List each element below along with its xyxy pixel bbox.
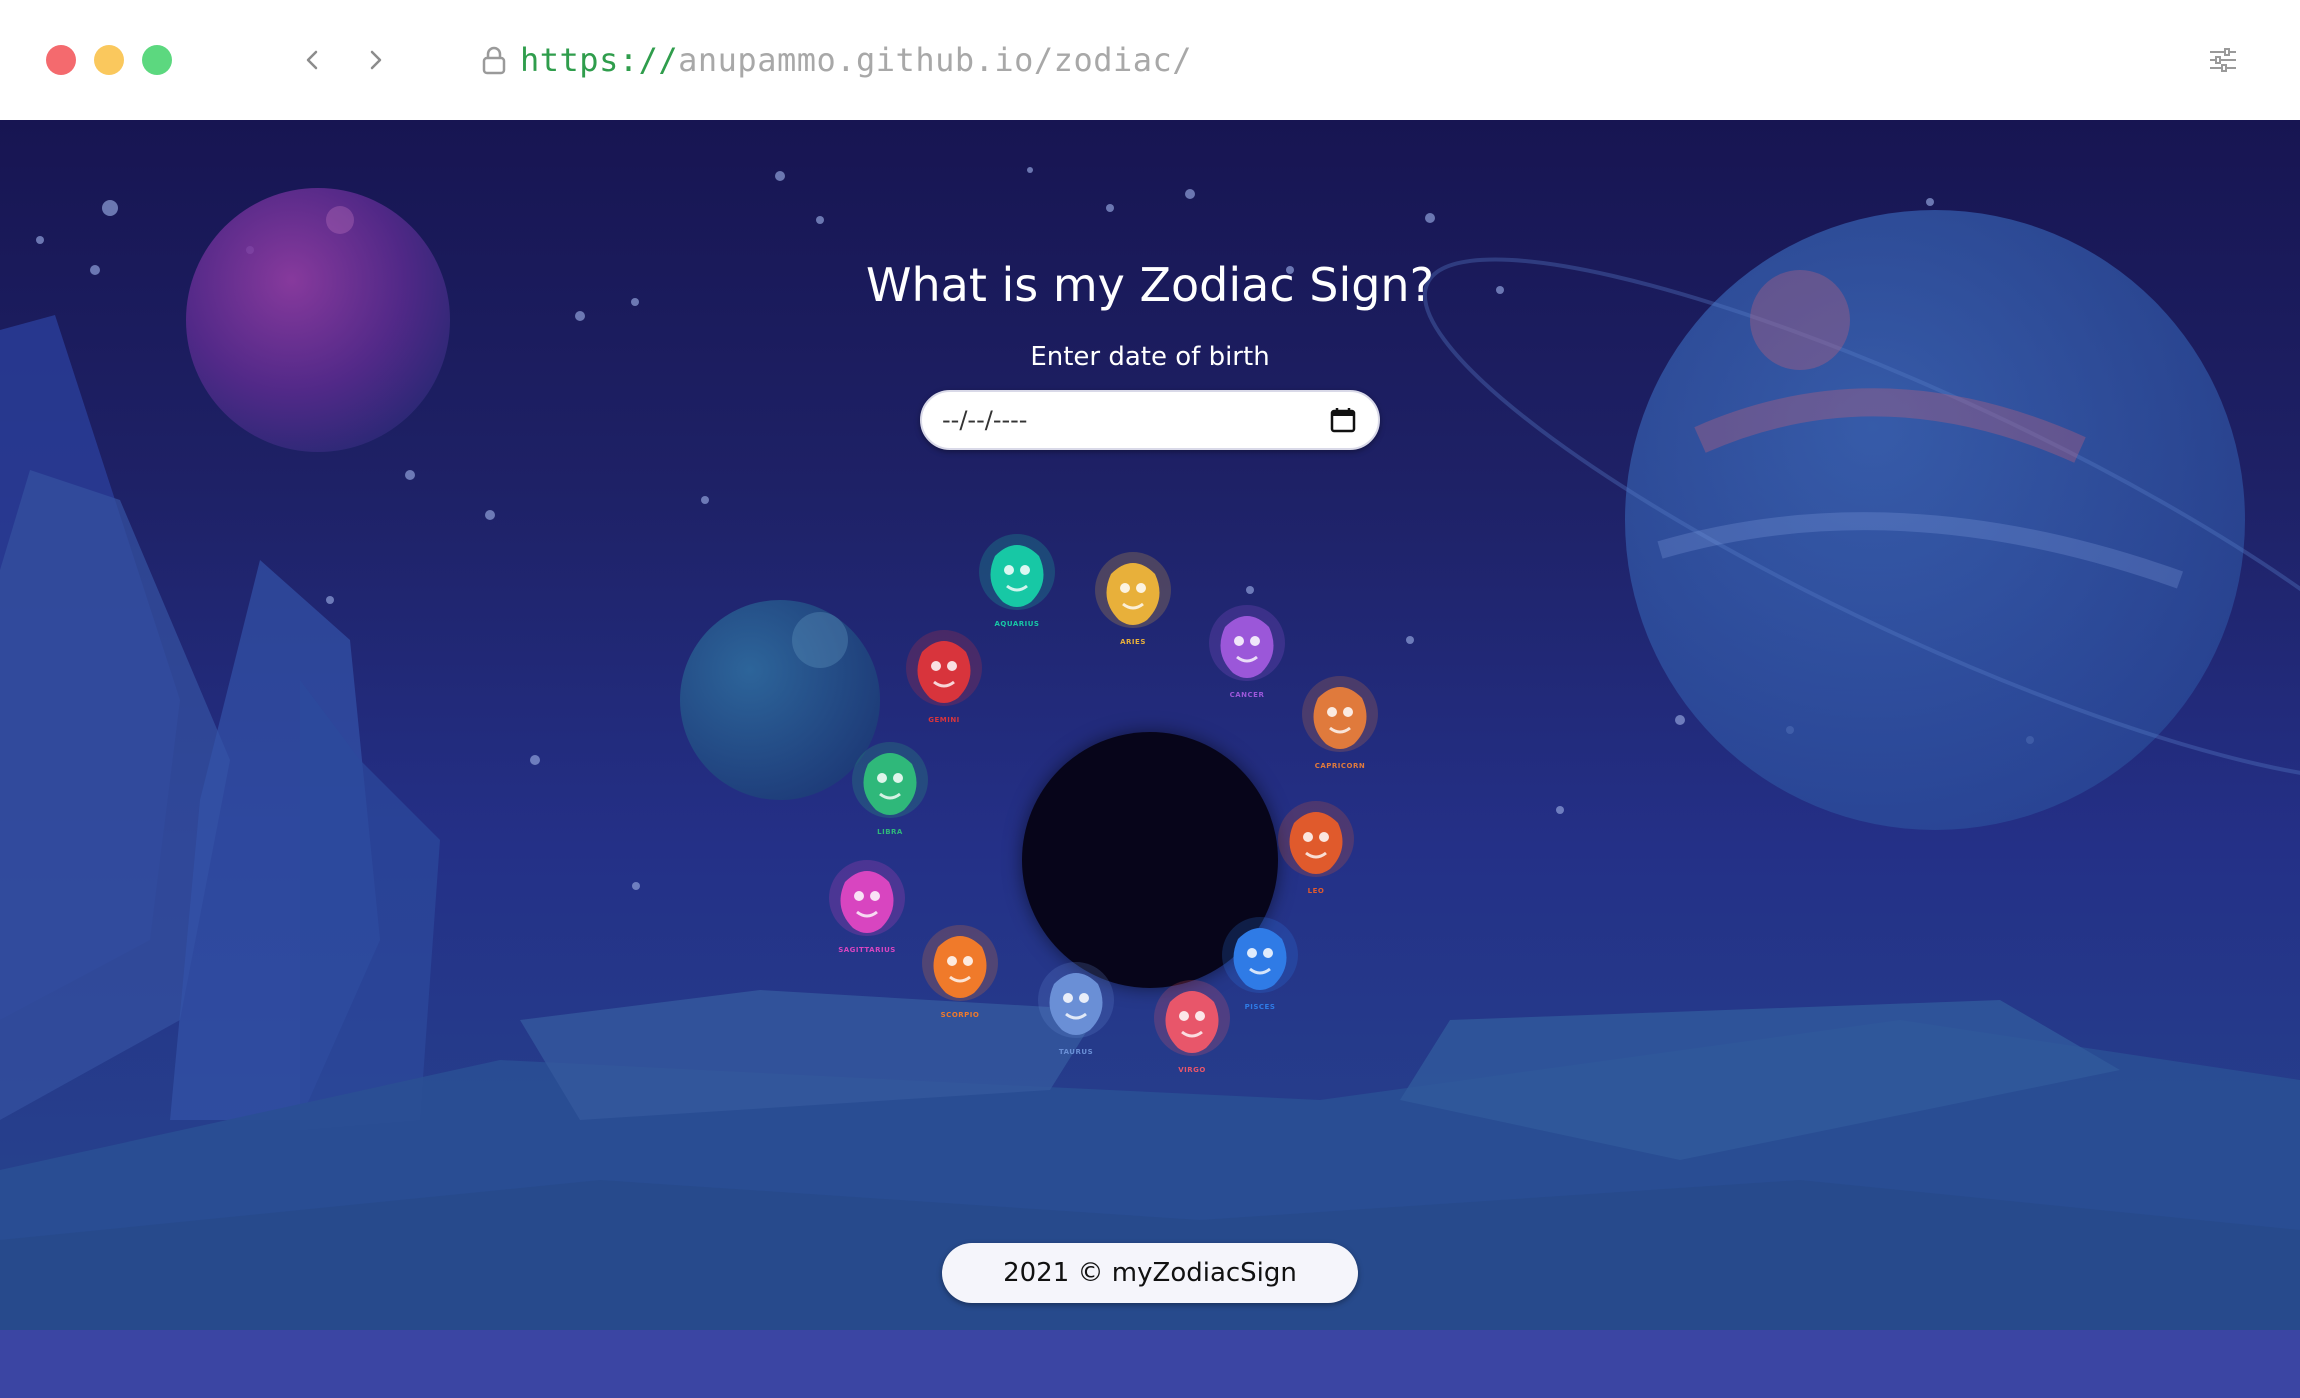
- chevron-right-icon: [370, 50, 382, 70]
- lock-icon: [482, 46, 506, 75]
- zodiac-wheel: AQUARIUS ARIES CANCER CAPRICORN LEO PISCES VIR…: [0, 120, 2300, 1330]
- chevron-left-icon: [306, 50, 318, 70]
- zodiac-sign-capricorn[interactable]: CAPRICORN: [1294, 668, 1386, 778]
- aquarius-icon: [979, 534, 1055, 610]
- virgo-icon: [1154, 980, 1230, 1056]
- zodiac-sign-scorpio[interactable]: SCORPIO: [914, 917, 1006, 1027]
- url-scheme: https://: [520, 41, 679, 79]
- zodiac-sign-label: LIBRA: [877, 828, 903, 836]
- zodiac-sign-cancer[interactable]: CANCER: [1201, 597, 1293, 707]
- zodiac-sign-virgo[interactable]: VIRGO: [1146, 972, 1238, 1082]
- page-viewport: What is my Zodiac Sign? Enter date of bi…: [0, 120, 2300, 1398]
- minimize-window-button[interactable]: [94, 45, 124, 75]
- libra-icon: [852, 742, 928, 818]
- capricorn-icon: [1302, 676, 1378, 752]
- taurus-icon: [1038, 962, 1114, 1038]
- forward-button[interactable]: [355, 40, 395, 80]
- gemini-icon: [906, 630, 982, 706]
- zodiac-sign-label: ARIES: [1120, 638, 1146, 646]
- zodiac-sign-label: SAGITTARIUS: [838, 946, 896, 954]
- zodiac-sign-label: SCORPIO: [940, 1011, 980, 1019]
- sliders-icon[interactable]: [2207, 44, 2239, 76]
- scorpio-icon: [922, 925, 998, 1001]
- sagittarius-icon: [829, 860, 905, 936]
- zodiac-sign-sagittarius[interactable]: SAGITTARIUS: [821, 852, 913, 962]
- back-button[interactable]: [293, 40, 333, 80]
- zodiac-sign-leo[interactable]: LEO: [1270, 793, 1362, 903]
- browser-toolbar: https://anupammo.github.io/zodiac/: [0, 0, 2300, 120]
- space-background: What is my Zodiac Sign? Enter date of bi…: [0, 120, 2300, 1330]
- zodiac-sign-taurus[interactable]: TAURUS: [1030, 954, 1122, 1064]
- zodiac-sign-gemini[interactable]: GEMINI: [898, 622, 990, 732]
- leo-icon: [1278, 801, 1354, 877]
- address-bar[interactable]: https://anupammo.github.io/zodiac/: [520, 38, 1192, 82]
- zodiac-sign-aquarius[interactable]: AQUARIUS: [971, 526, 1063, 636]
- url-path: anupammo.github.io/zodiac/: [678, 41, 1193, 79]
- page-bottom-band: [0, 1330, 2300, 1398]
- zodiac-sign-label: LEO: [1307, 887, 1325, 895]
- zodiac-sign-label: GEMINI: [928, 716, 960, 724]
- cancer-icon: [1209, 605, 1285, 681]
- maximize-window-button[interactable]: [142, 45, 172, 75]
- zodiac-sign-label: TAURUS: [1058, 1048, 1094, 1056]
- footer-copyright: 2021 © myZodiacSign: [942, 1243, 1358, 1303]
- zodiac-sign-label: VIRGO: [1178, 1066, 1206, 1074]
- zodiac-sign-aries[interactable]: ARIES: [1087, 544, 1179, 654]
- close-window-button[interactable]: [46, 45, 76, 75]
- zodiac-sign-libra[interactable]: LIBRA: [844, 734, 936, 844]
- aries-icon: [1095, 552, 1171, 628]
- zodiac-sign-label: CANCER: [1229, 691, 1265, 699]
- zodiac-sign-label: CAPRICORN: [1314, 762, 1366, 770]
